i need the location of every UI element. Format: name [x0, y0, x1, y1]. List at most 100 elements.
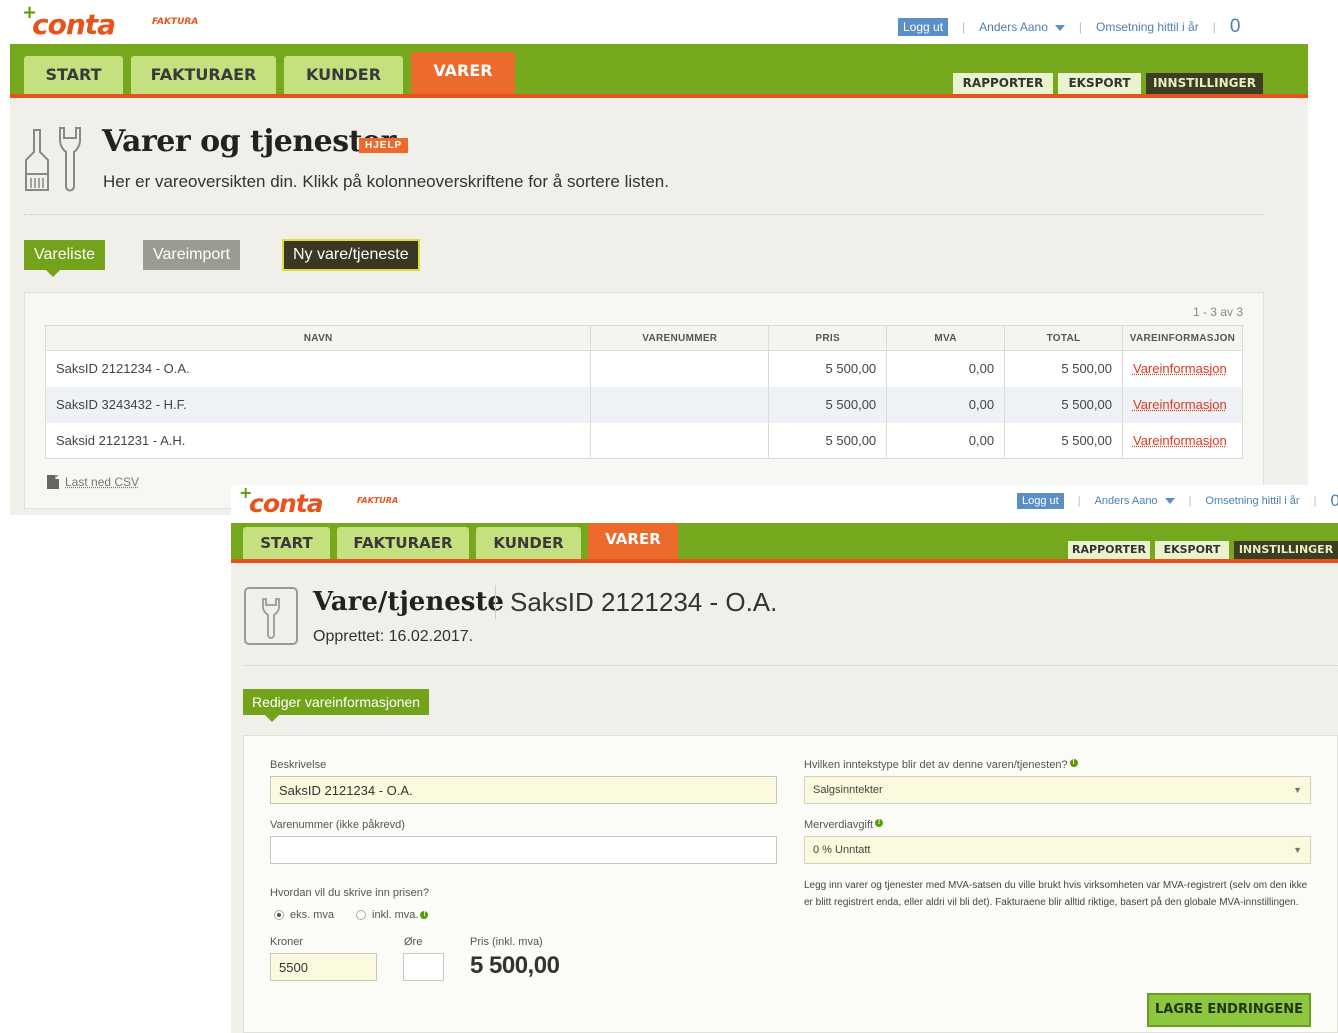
ore-label: Øre	[404, 936, 423, 948]
page-title: Vare/tjeneste	[313, 587, 504, 617]
top-links: Logg ut | Anders Aano | Omsetning hittil…	[1017, 491, 1338, 511]
item-name: SaksID 2121234 - O.A.	[44, 350, 592, 387]
tab-innstillinger[interactable]: INNSTILLINGER	[1234, 541, 1338, 559]
tab-fakturaer[interactable]: FAKTURAER	[131, 56, 276, 94]
tab-fakturaer[interactable]: FAKTURAER	[337, 527, 469, 559]
tab-rapporter[interactable]: RAPPORTER	[953, 73, 1053, 94]
income-type-select[interactable]: Salgsinntekter ▼	[804, 776, 1311, 804]
item-number	[590, 386, 770, 423]
main-nav: START FAKTURAER KUNDER VARER RAPPORTER E…	[231, 523, 1338, 563]
top-links: Logg ut | Anders Aano | Omsetning hittil…	[898, 16, 1240, 38]
vat-note: Legg inn varer og tjenester med MVA-sats…	[804, 880, 1308, 908]
tools-icon	[25, 127, 81, 192]
price-incl-value: 5 500,00	[470, 952, 560, 979]
created-date: Opprettet: 16.02.2017.	[313, 628, 474, 645]
column-header-mva[interactable]: MVA	[886, 325, 1006, 351]
revenue-link[interactable]: Omsetning hittil i år	[1205, 495, 1299, 507]
description-input[interactable]: SaksID 2121234 - O.A.	[270, 776, 777, 804]
column-header-navn[interactable]: NAVN	[44, 325, 592, 351]
page-title: Varer og tjenester	[102, 124, 396, 159]
item-detail-window: + conta FAKTURA Logg ut | Anders Aano | …	[231, 483, 1338, 1033]
tab-kunder[interactable]: KUNDER	[284, 56, 403, 94]
price-mode-radios: eks. mva inkl. mva. !	[274, 909, 429, 921]
item-vat: 0,00	[886, 386, 1006, 423]
kroner-input[interactable]: 5500	[270, 953, 377, 981]
item-name: Saksid 2121231 - A.H.	[44, 422, 592, 459]
item-name: SaksID 3243432 - H.F.	[44, 386, 592, 423]
tab-start[interactable]: START	[243, 527, 330, 559]
item-list-panel: 1 - 3 av 3 NAVN VARENUMMER PRIS MVA TOTA…	[24, 292, 1264, 509]
revenue-link[interactable]: Omsetning hittil i år	[1096, 20, 1199, 34]
csv-file-icon	[47, 475, 59, 489]
price-entry-question: Hvordan vil du skrive inn prisen?	[270, 887, 429, 899]
revenue-count: 0	[1229, 16, 1241, 37]
tab-start[interactable]: START	[24, 56, 123, 94]
dropdown-arrow-icon: ▼	[1293, 845, 1302, 855]
tab-innstillinger[interactable]: INNSTILLINGER	[1146, 73, 1263, 94]
income-type-label: Hvilken inntekstype blir det av denne va…	[804, 759, 1078, 771]
tab-eksport[interactable]: EKSPORT	[1155, 541, 1229, 559]
user-menu[interactable]: Anders Aano	[979, 20, 1065, 34]
item-price: 5 500,00	[768, 350, 888, 387]
item-info-link[interactable]: Vareinformasjon	[1133, 397, 1227, 412]
table-row: SaksID 3243432 - H.F. 5 500,00 0,00 5 50…	[44, 386, 1244, 423]
tool-box-icon	[244, 587, 298, 645]
page-subtitle: Her er vareoversikten din. Klikk på kolo…	[103, 172, 669, 191]
item-total: 5 500,00	[1004, 350, 1123, 387]
kroner-label: Kroner	[270, 936, 304, 948]
item-total: 5 500,00	[1004, 386, 1123, 423]
item-total: 5 500,00	[1004, 422, 1123, 459]
info-icon[interactable]: !	[420, 911, 429, 919]
item-info-link[interactable]: Vareinformasjon	[1133, 361, 1227, 376]
main-nav: START FAKTURAER KUNDER VARER RAPPORTER E…	[10, 44, 1308, 98]
logout-button[interactable]: Logg ut	[1017, 493, 1064, 509]
radio-ex-vat[interactable]	[274, 910, 284, 920]
user-menu[interactable]: Anders Aano	[1095, 495, 1175, 507]
tab-varer[interactable]: VARER	[411, 52, 515, 94]
column-header-vareinformasjon[interactable]: VAREINFORMASJON	[1121, 325, 1244, 351]
item-number-input[interactable]	[270, 836, 777, 864]
info-icon[interactable]: !	[1069, 759, 1078, 767]
tab-kunder[interactable]: KUNDER	[476, 527, 581, 559]
item-number	[590, 422, 770, 459]
items-table: NAVN VARENUMMER PRIS MVA TOTAL VAREINFOR…	[44, 325, 1244, 459]
table-header-row: NAVN VARENUMMER PRIS MVA TOTAL VAREINFOR…	[44, 325, 1244, 351]
table-row: SaksID 2121234 - O.A. 5 500,00 0,00 5 50…	[44, 350, 1244, 387]
column-header-total[interactable]: TOTAL	[1004, 325, 1123, 351]
vareliste-button[interactable]: Vareliste	[24, 240, 106, 277]
item-list-window: + conta FAKTURA Logg ut | Anders Aano | …	[10, 0, 1308, 515]
item-price: 5 500,00	[768, 422, 888, 459]
conta-logo: + conta FAKTURA	[22, 2, 199, 41]
logout-button[interactable]: Logg ut	[898, 18, 949, 36]
conta-logo: + conta FAKTURA	[239, 483, 399, 518]
item-vat: 0,00	[886, 422, 1006, 459]
radio-incl-vat[interactable]	[356, 910, 367, 920]
info-icon[interactable]: !	[875, 819, 884, 827]
table-row: Saksid 2121231 - A.H. 5 500,00 0,00 5 50…	[44, 422, 1244, 459]
item-price: 5 500,00	[768, 386, 888, 423]
caret-down-icon	[1054, 24, 1065, 31]
item-number-label: Varenummer (ikke påkrevd)	[270, 819, 405, 831]
description-label: Beskrivelse	[270, 759, 327, 771]
column-header-varenummer[interactable]: VARENUMMER	[590, 325, 770, 351]
tab-rapporter[interactable]: RAPPORTER	[1068, 541, 1150, 559]
edit-item-tab[interactable]: Rediger vareinformasjonen	[243, 689, 430, 722]
item-title: SaksID 2121234 - O.A.	[510, 587, 778, 617]
vat-select[interactable]: 0 % Unntatt ▼	[804, 836, 1311, 864]
ore-input[interactable]	[403, 953, 444, 981]
top-bar: + conta FAKTURA Logg ut | Anders Aano | …	[10, 0, 1308, 44]
item-number	[590, 350, 770, 387]
vareimport-button[interactable]: Vareimport	[143, 240, 241, 270]
tab-eksport[interactable]: EKSPORT	[1058, 73, 1141, 94]
item-info-link[interactable]: Vareinformasjon	[1133, 433, 1227, 448]
download-csv-link[interactable]: Last ned CSV	[47, 475, 139, 489]
help-badge[interactable]: HJELP	[359, 138, 409, 153]
save-changes-button[interactable]: LAGRE ENDRINGENE	[1147, 993, 1311, 1027]
divider	[243, 665, 1338, 666]
vat-label: Merverdiavgift!	[804, 819, 884, 831]
tab-varer[interactable]: VARER	[588, 523, 678, 559]
item-vat: 0,00	[886, 350, 1006, 387]
new-item-button[interactable]: Ny vare/tjeneste	[282, 239, 420, 271]
revenue-count: 0	[1330, 491, 1338, 510]
column-header-pris[interactable]: PRIS	[768, 325, 888, 351]
